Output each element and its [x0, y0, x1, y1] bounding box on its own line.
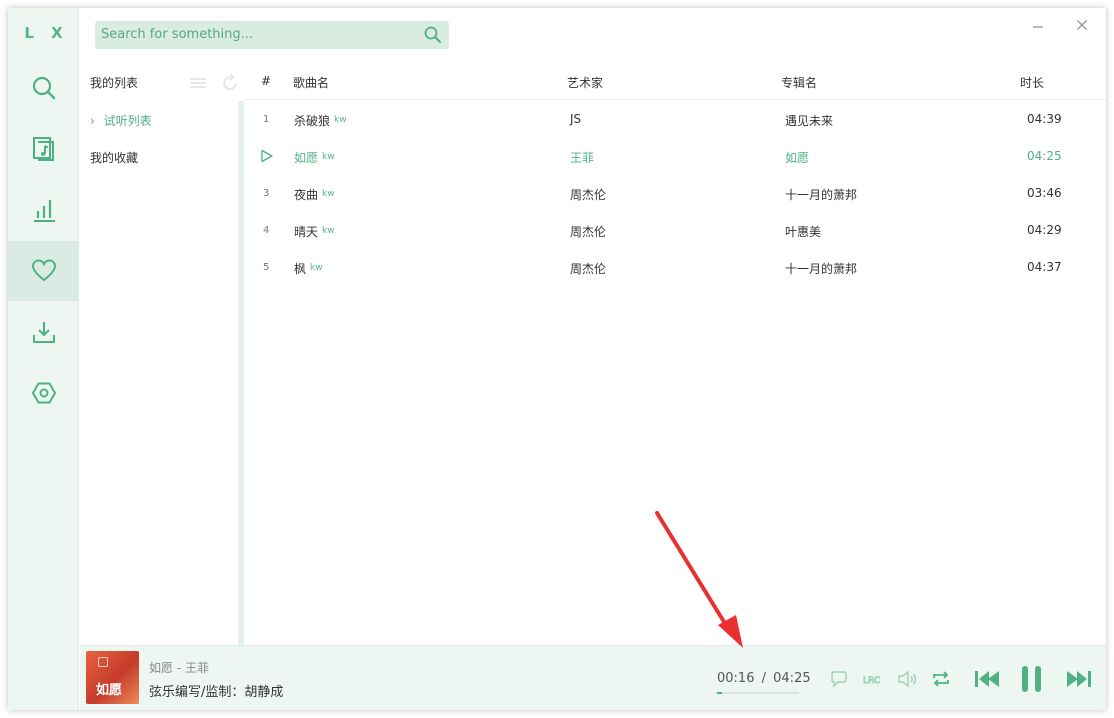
nav-my-list[interactable] — [8, 241, 79, 301]
row-number: 5 — [263, 262, 270, 273]
time-separator: / — [761, 671, 766, 686]
lists-header-actions — [190, 73, 237, 90]
song-duration: 04:37 — [1027, 260, 1062, 274]
song-artist: 周杰伦 — [570, 262, 607, 276]
table-row[interactable]: 1 杀破狼 kw JS 遇见未来 04:39 — [245, 101, 1106, 138]
song-title: 如愿 kw — [294, 151, 335, 165]
close-button[interactable] — [1070, 14, 1094, 36]
song-album: 十一月的萧邦 — [785, 262, 858, 276]
source-tag: kw — [322, 189, 335, 199]
hexagon-settings-icon — [31, 382, 56, 404]
song-artist: 周杰伦 — [570, 225, 607, 239]
total-time: 04:25 — [773, 671, 811, 686]
nav-search[interactable] — [8, 58, 79, 118]
col-album[interactable]: 专辑名 — [781, 74, 817, 91]
minimize-icon — [1033, 26, 1043, 28]
previous-track-icon[interactable] — [973, 664, 1003, 694]
list-menu-icon[interactable] — [190, 78, 206, 88]
table-header: # 歌曲名 艺术家 专辑名 时长 — [245, 63, 1106, 100]
list-item-label: 我的收藏 — [90, 151, 139, 165]
player-bar: 如愿 如愿 - 王菲 弦乐编写/监制：胡静成 00:16 / 04:25 LRC — [80, 645, 1106, 710]
now-playing-lyric: 弦乐编写/监制：胡静成 — [149, 685, 284, 700]
close-icon — [1077, 20, 1087, 30]
lyrics-icon[interactable]: LRC — [862, 668, 884, 690]
now-playing-title[interactable]: 如愿 - 王菲 — [149, 659, 209, 676]
col-duration[interactable]: 时长 — [1020, 74, 1044, 91]
table-row[interactable]: 3 夜曲 kw 周杰伦 十一月的萧邦 03:46 — [245, 175, 1106, 212]
current-time: 00:16 — [717, 671, 755, 686]
list-item-favorites[interactable]: 我的收藏 — [90, 149, 138, 166]
cover-title: 如愿 — [96, 683, 123, 698]
repeat-icon[interactable] — [930, 668, 952, 690]
search-input[interactable]: Search for something... — [95, 21, 449, 49]
nav-song-list[interactable] — [8, 119, 79, 179]
nav-download[interactable] — [8, 302, 79, 362]
progress-bar[interactable] — [717, 692, 799, 694]
row-number: 1 — [263, 114, 270, 125]
song-title: 夜曲 kw — [294, 188, 335, 202]
song-title: 枫 kw — [294, 262, 323, 276]
download-icon — [32, 322, 55, 343]
song-artist: 王菲 — [570, 151, 595, 165]
table-row[interactable]: 如愿 kw 王菲 如愿 04:25 — [245, 138, 1106, 175]
nav-settings[interactable] — [8, 363, 79, 423]
nav-leaderboard[interactable] — [8, 180, 79, 240]
app-window: L X Search for something... 我的列表 › 试听列表 … — [8, 8, 1106, 710]
song-table: # 歌曲名 艺术家 专辑名 时长 1 杀破狼 kw JS 遇见未来 04:39 如… — [245, 63, 1106, 645]
volume-icon[interactable] — [896, 668, 918, 690]
next-track-icon[interactable] — [1063, 664, 1093, 694]
col-artist[interactable]: 艺术家 — [567, 74, 603, 91]
my-lists-panel: 我的列表 › 试听列表 我的收藏 — [80, 63, 244, 645]
song-duration: 04:29 — [1027, 223, 1062, 237]
row-number: 4 — [263, 225, 270, 236]
song-album: 遇见未来 — [785, 114, 834, 128]
source-tag: kw — [334, 115, 347, 125]
app-logo: L X — [24, 24, 69, 42]
album-cover[interactable]: 如愿 — [86, 651, 139, 704]
song-title: 杀破狼 kw — [294, 114, 347, 128]
minimize-button[interactable] — [1026, 14, 1050, 36]
chevron-right-icon: › — [90, 114, 95, 128]
song-duration: 04:25 — [1027, 149, 1062, 163]
pause-icon[interactable] — [1018, 664, 1046, 694]
list-item-trial[interactable]: › 试听列表 — [90, 112, 152, 129]
song-album: 如愿 — [785, 151, 810, 165]
source-tag: kw — [322, 152, 335, 162]
table-row[interactable]: 4 晴天 kw 周杰伦 叶惠美 04:29 — [245, 212, 1106, 249]
col-num: # — [261, 74, 272, 88]
bar-chart-icon — [33, 200, 55, 222]
progress-fill — [717, 692, 722, 694]
table-row[interactable]: 5 枫 kw 周杰伦 十一月的萧邦 04:37 — [245, 249, 1106, 286]
svg-text:LRC: LRC — [863, 676, 880, 686]
heart-icon — [31, 259, 56, 282]
list-item-label: 试听列表 — [103, 114, 152, 128]
song-title: 晴天 kw — [294, 225, 335, 239]
search-icon — [32, 76, 55, 100]
song-duration: 04:39 — [1027, 112, 1062, 126]
song-duration: 03:46 — [1027, 186, 1062, 200]
now-playing-icon — [261, 149, 273, 163]
search-icon[interactable] — [423, 25, 443, 45]
song-album: 叶惠美 — [785, 225, 822, 239]
row-number: 3 — [263, 188, 270, 199]
song-album: 十一月的萧邦 — [785, 188, 858, 202]
song-artist: JS — [570, 112, 582, 126]
cover-decoration — [98, 657, 108, 667]
lists-header: 我的列表 — [90, 76, 139, 90]
source-tag: kw — [322, 226, 335, 236]
source-tag: kw — [310, 263, 323, 273]
song-artist: 周杰伦 — [570, 188, 607, 202]
col-title[interactable]: 歌曲名 — [293, 74, 329, 91]
lists-scrollbar[interactable] — [238, 101, 244, 645]
time-display: 00:16 / 04:25 — [717, 671, 811, 686]
search-placeholder: Search for something... — [101, 27, 254, 42]
nav-rail: L X — [8, 8, 79, 710]
comment-icon[interactable] — [828, 668, 850, 690]
music-file-icon — [32, 137, 54, 161]
refresh-icon[interactable] — [223, 73, 237, 90]
